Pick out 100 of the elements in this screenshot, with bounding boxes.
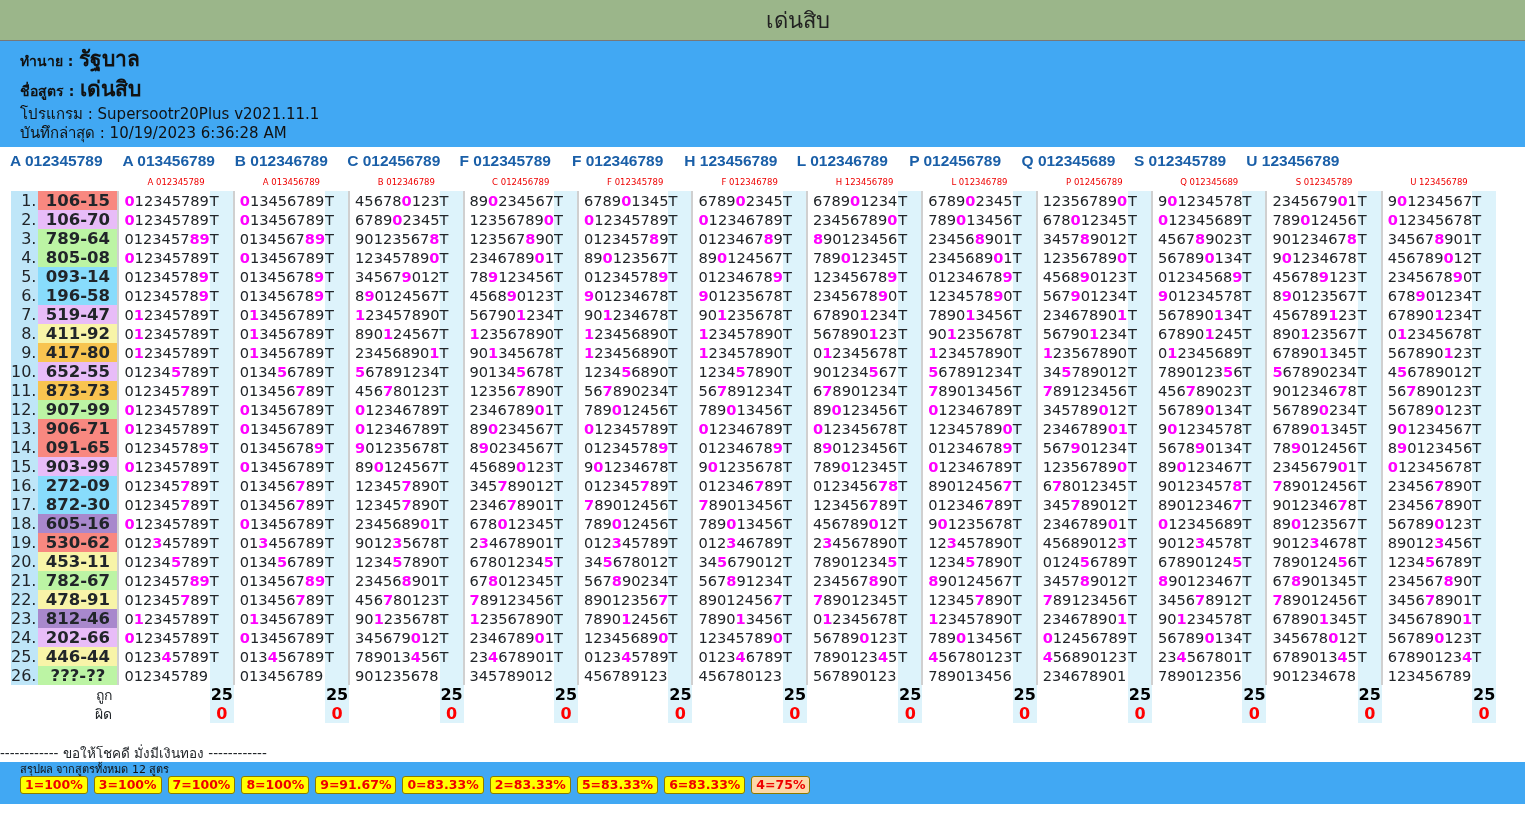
wrong-count: 0 [1012, 704, 1037, 724]
result-mark: T [668, 248, 693, 268]
row-number: 2. [11, 210, 39, 230]
result-mark: T [898, 419, 923, 439]
result-mark: T [1127, 514, 1152, 534]
result-mark: T [554, 495, 578, 515]
result-mark: T [1472, 248, 1497, 268]
result-mark: T [1012, 533, 1037, 553]
result-mark: T [668, 495, 693, 515]
column-header: C 012456789 [463, 172, 578, 192]
row-number: 6. [11, 286, 39, 306]
result-mark: T [1012, 476, 1037, 496]
result-mark: T [1242, 229, 1267, 249]
row-number: 11. [11, 381, 39, 401]
result-mark: T [1012, 552, 1037, 572]
result-mark: T [782, 229, 807, 249]
result-mark: T [1242, 590, 1267, 610]
result-mark: T [1357, 400, 1382, 420]
result-mark: T [898, 286, 923, 306]
result-mark: T [1242, 210, 1267, 230]
result-mark: T [325, 438, 350, 458]
lottery-result: 196-58 [38, 286, 119, 306]
result-mark: T [782, 609, 807, 629]
result-mark: T [209, 571, 234, 591]
result-mark: T [439, 362, 464, 382]
correct-count: 25 [325, 685, 350, 705]
result-mark: T [1242, 248, 1267, 268]
result-mark: T [898, 305, 923, 325]
result-mark: T [782, 286, 807, 306]
result-mark: T [1012, 267, 1037, 287]
result-mark: T [782, 514, 807, 534]
formula-label: A 012345789 [10, 151, 104, 171]
result-mark: T [1242, 514, 1267, 534]
result-mark: T [325, 267, 350, 287]
result-mark: T [1472, 495, 1497, 515]
result-mark: T [439, 476, 464, 496]
result-mark: T [1472, 628, 1497, 648]
result-mark: T [554, 628, 578, 648]
result-mark: T [554, 210, 578, 230]
formula-label: P 012456789 [909, 151, 1003, 171]
result-mark: T [1012, 381, 1037, 401]
result-mark: T [668, 286, 693, 306]
summary-caption: สรุปผล จากสูตรทั้งหมด 12 สูตร [20, 764, 171, 777]
result-mark: T [1127, 400, 1152, 420]
result-mark: T [209, 552, 234, 572]
lottery-result: 805-08 [38, 248, 119, 268]
result-mark: T [1127, 229, 1152, 249]
wrong-count: 0 [554, 704, 578, 724]
result-mark: T [325, 495, 350, 515]
result-mark: T [1242, 571, 1267, 591]
row-number: 21. [11, 571, 39, 591]
result-mark: T [1472, 343, 1497, 363]
wrong-count: 0 [1127, 704, 1152, 724]
result-mark: T [898, 552, 923, 572]
result-mark: T [898, 381, 923, 401]
result-mark: T [1127, 476, 1152, 496]
page-title: เด่นสิบ [765, 6, 830, 35]
lottery-result: 093-14 [38, 267, 119, 287]
result-mark: T [554, 533, 578, 553]
lottery-result: 903-99 [38, 457, 119, 477]
row-number: 14. [11, 438, 39, 458]
result-mark: T [439, 647, 464, 667]
column-header: F 012346789 [692, 172, 807, 192]
result-mark: T [439, 267, 464, 287]
result-mark: T [782, 552, 807, 572]
result-mark: T [782, 267, 807, 287]
lottery-result: 519-47 [38, 305, 119, 325]
result-mark: T [1472, 457, 1497, 477]
result-mark: T [1242, 286, 1267, 306]
result-mark: T [554, 476, 578, 496]
result-mark: T [1472, 210, 1497, 230]
result-mark: T [898, 210, 923, 230]
row-number: 4. [11, 248, 39, 268]
result-mark: T [1242, 362, 1267, 382]
result-mark: T [1127, 533, 1152, 553]
lottery-result: 453-11 [38, 552, 119, 572]
result-mark: T [898, 514, 923, 534]
result-mark: T [439, 305, 464, 325]
result-mark: T [898, 476, 923, 496]
result-mark: T [325, 476, 350, 496]
result-mark: T [554, 438, 578, 458]
percentage-badge: 9=91.67% [315, 776, 397, 795]
column-header: F 012345789 [578, 172, 693, 192]
result-mark: T [1127, 362, 1152, 382]
lottery-result: 812-46 [38, 609, 119, 629]
result-mark: T [209, 248, 234, 268]
row-number: 18. [11, 514, 39, 534]
result-mark: T [209, 286, 234, 306]
result-mark: T [1357, 647, 1382, 667]
row-number: 10. [11, 362, 39, 382]
lottery-result: 202-66 [38, 628, 119, 648]
row-number: 13. [11, 419, 39, 439]
result-mark: T [1472, 552, 1497, 572]
result-mark: T [898, 400, 923, 420]
result-mark: T [782, 381, 807, 401]
result-mark: T [209, 457, 234, 477]
result-mark: T [439, 229, 464, 249]
result-mark: T [668, 267, 693, 287]
result-mark: T [1012, 343, 1037, 363]
wrong-count: 0 [325, 704, 350, 724]
